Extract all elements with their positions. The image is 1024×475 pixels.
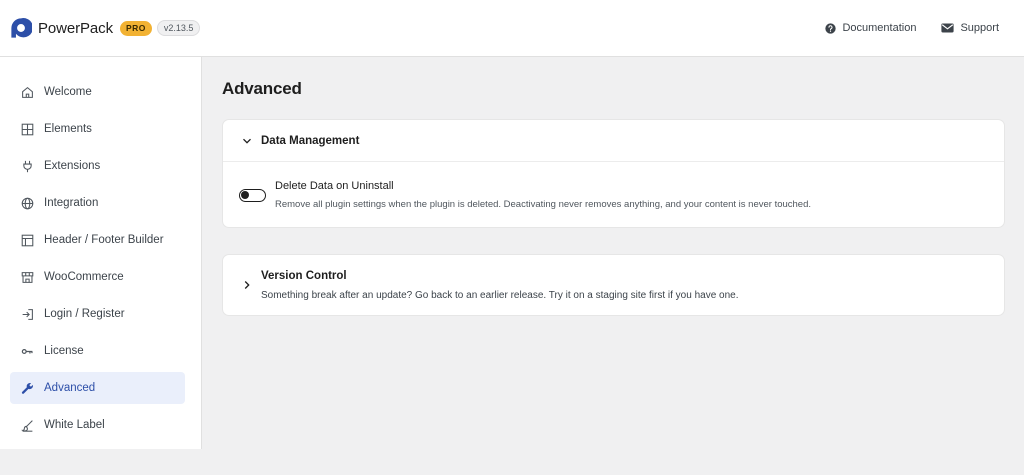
- sidebar-item-label: Extensions: [44, 160, 101, 172]
- brush-icon: [20, 418, 34, 432]
- version-control-description: Something break after an update? Go back…: [261, 290, 739, 301]
- home-icon: [20, 85, 34, 99]
- brand[interactable]: PowerPack PRO v2.13.5: [10, 17, 201, 39]
- sidebar-item-welcome[interactable]: Welcome: [10, 76, 185, 108]
- delete-data-setting: Delete Data on Uninstall Remove all plug…: [223, 162, 1004, 210]
- delete-data-title: Delete Data on Uninstall: [275, 180, 394, 192]
- sidebar-item-extensions[interactable]: Extensions: [10, 150, 185, 182]
- brand-name: PowerPack: [38, 19, 113, 37]
- sidebar-item-label: Login / Register: [44, 308, 125, 320]
- documentation-link[interactable]: Documentation: [825, 22, 916, 34]
- sidebar: Welcome Elements Extensions Integration …: [0, 57, 202, 449]
- login-icon: [20, 307, 34, 321]
- grid-icon: [20, 122, 34, 136]
- chevron-right-icon: [244, 281, 250, 289]
- sidebar-item-label: License: [44, 345, 84, 357]
- data-management-title: Data Management: [261, 134, 360, 147]
- sidebar-item-elements[interactable]: Elements: [10, 113, 185, 145]
- store-icon: [20, 270, 34, 284]
- main-content: Advanced Data Management Delete Data on …: [222, 57, 1005, 316]
- sidebar-item-advanced[interactable]: Advanced: [10, 372, 185, 404]
- sidebar-item-header-footer-builder[interactable]: Header / Footer Builder: [10, 224, 185, 256]
- sidebar-item-label: White Label: [44, 419, 105, 431]
- sidebar-item-license[interactable]: License: [10, 335, 185, 367]
- wrench-icon: [20, 381, 34, 395]
- version-control-header[interactable]: Version Control Something break after an…: [223, 255, 1004, 301]
- mail-icon: [941, 23, 955, 33]
- sidebar-item-woocommerce[interactable]: WooCommerce: [10, 261, 185, 293]
- version-control-title: Version Control: [261, 270, 347, 282]
- pro-badge: PRO: [119, 20, 152, 36]
- top-bar: PowerPack PRO v2.13.5 Documentation Supp…: [0, 0, 1024, 57]
- powerpack-logo-icon: [11, 18, 32, 38]
- sidebar-item-label: Advanced: [44, 382, 96, 394]
- data-management-header[interactable]: Data Management: [223, 120, 1004, 162]
- delete-data-toggle[interactable]: [239, 189, 266, 202]
- chevron-down-icon: [243, 138, 251, 144]
- help-circle-icon: [825, 22, 837, 34]
- sidebar-item-integration[interactable]: Integration: [10, 187, 185, 219]
- sidebar-item-label: Elements: [44, 123, 92, 135]
- sidebar-item-white-label[interactable]: White Label: [10, 409, 185, 441]
- toggle-knob: [241, 191, 249, 199]
- delete-data-description: Remove all plugin settings when the plug…: [275, 199, 812, 210]
- version-badge: v2.13.5: [156, 20, 201, 36]
- sidebar-item-label: WooCommerce: [44, 271, 124, 283]
- support-link[interactable]: Support: [941, 22, 999, 34]
- plug-icon: [20, 159, 34, 173]
- page-title: Advanced: [222, 79, 302, 98]
- support-label: Support: [960, 22, 999, 34]
- sidebar-item-label: Integration: [44, 197, 99, 209]
- layout-icon: [20, 233, 34, 247]
- globe-icon: [20, 196, 34, 210]
- sidebar-item-label: Welcome: [44, 86, 92, 98]
- version-control-card: Version Control Something break after an…: [222, 254, 1005, 316]
- data-management-card: Data Management Delete Data on Uninstall…: [222, 119, 1005, 228]
- sidebar-item-login-register[interactable]: Login / Register: [10, 298, 185, 330]
- documentation-label: Documentation: [842, 22, 917, 34]
- key-icon: [20, 344, 34, 358]
- sidebar-item-label: Header / Footer Builder: [44, 234, 164, 246]
